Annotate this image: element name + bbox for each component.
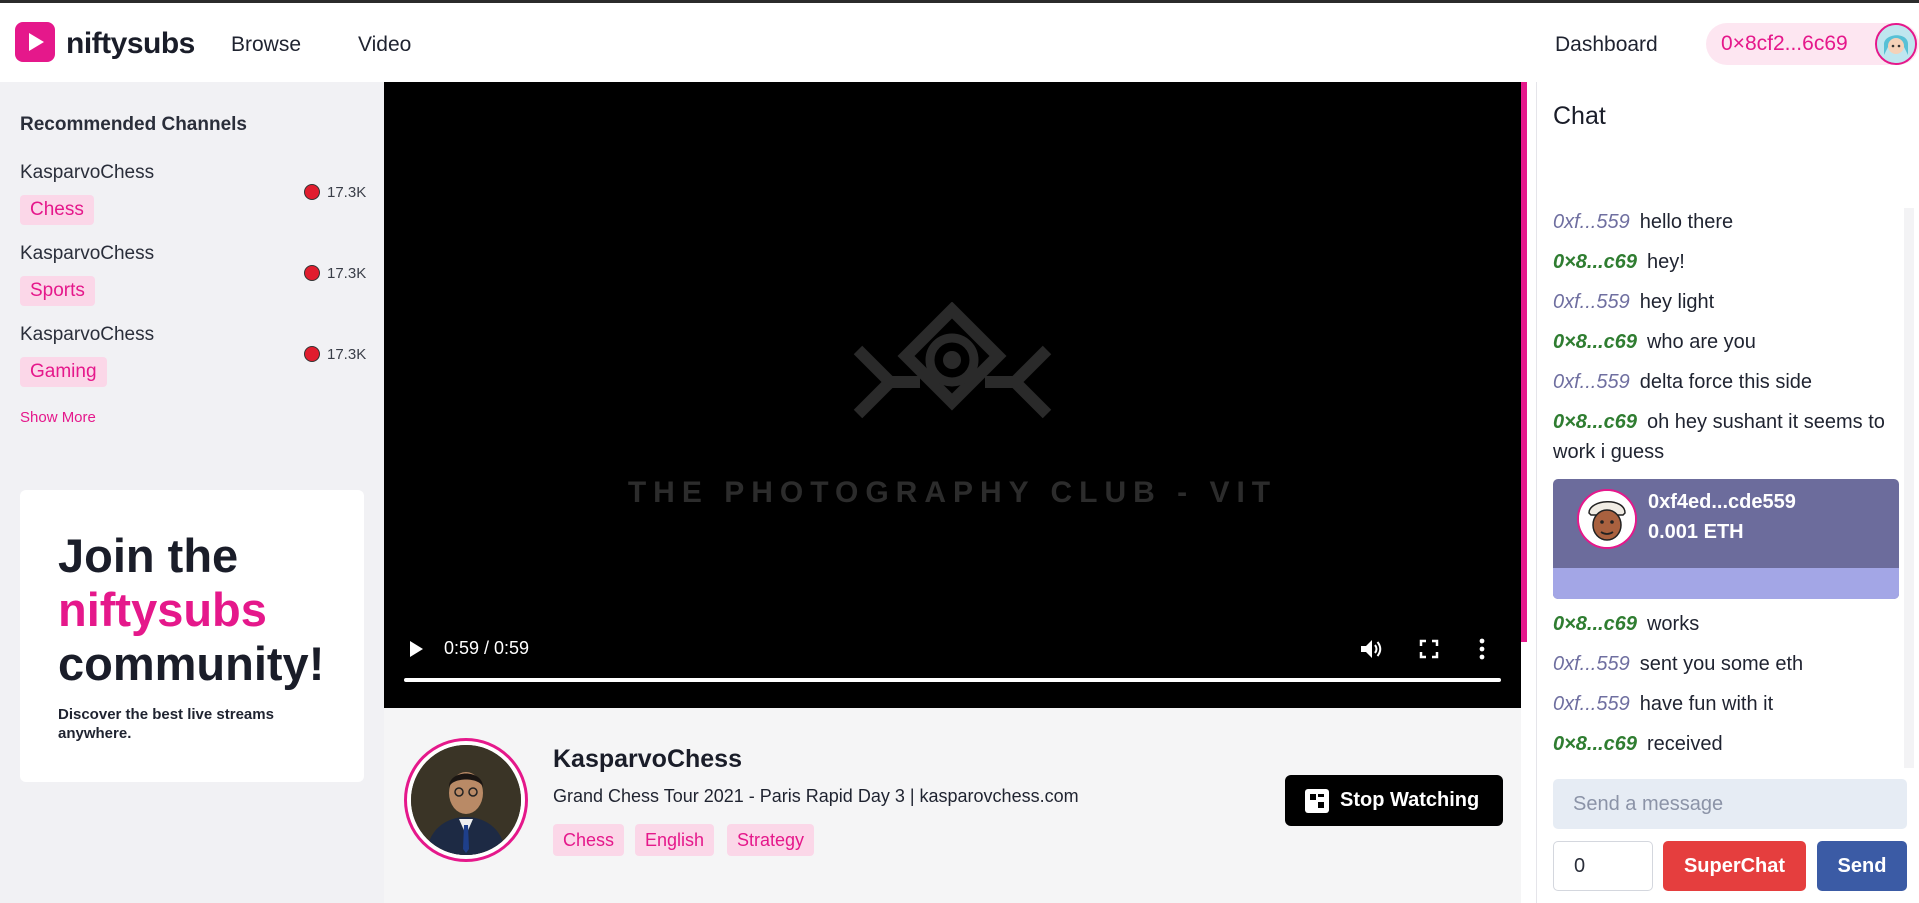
recommended-title: Recommended Channels bbox=[20, 114, 247, 135]
chat-message: 0×8...c69 oh hey sushant it seems to work… bbox=[1553, 407, 1903, 467]
chat-username[interactable]: 0xf...559 bbox=[1553, 653, 1630, 675]
logo-play-icon[interactable] bbox=[15, 22, 55, 62]
chat-message-input[interactable] bbox=[1553, 779, 1907, 829]
chat-username[interactable]: 0xf...559 bbox=[1553, 693, 1630, 715]
channel-tag[interactable]: Chess bbox=[20, 195, 94, 225]
stop-watching-button[interactable]: Stop Watching bbox=[1285, 775, 1503, 826]
chat-username[interactable]: 0xf...559 bbox=[1553, 371, 1630, 393]
play-icon[interactable] bbox=[408, 640, 424, 658]
chat-message: 0xf...559 hey light bbox=[1553, 287, 1903, 317]
chat-message: 0xf...559 sent you some eth bbox=[1553, 649, 1903, 679]
promo-heading-line3: community! bbox=[58, 637, 325, 690]
chat-message: 0xf...559 have fun with it bbox=[1553, 689, 1903, 719]
superchat-user[interactable]: 0xf4ed...cde559 bbox=[1648, 491, 1796, 514]
stream-tag[interactable]: English bbox=[635, 824, 715, 856]
stream-tag[interactable]: Chess bbox=[553, 824, 625, 856]
chat-message: 0xf...559 delta force this side bbox=[1553, 367, 1903, 397]
page-scroll-indicator[interactable] bbox=[1521, 82, 1527, 642]
stream-tag[interactable]: Strategy bbox=[727, 824, 815, 856]
watermark-emblem-icon bbox=[853, 302, 1052, 419]
chat-text: have fun with it bbox=[1639, 693, 1774, 715]
fullscreen-icon[interactable] bbox=[1419, 639, 1439, 659]
chat-username[interactable]: 0xf...559 bbox=[1553, 291, 1630, 313]
stop-watching-icon bbox=[1305, 789, 1329, 813]
channel-name[interactable]: KasparvoChess bbox=[20, 324, 154, 346]
streamer-avatar[interactable] bbox=[404, 738, 528, 862]
video-player[interactable]: THE PHOTOGRAPHY CLUB - VIT 0:59 / 0:59 bbox=[384, 82, 1521, 708]
chat-username[interactable]: 0×8...c69 bbox=[1553, 733, 1637, 755]
user-avatar[interactable] bbox=[1875, 23, 1917, 65]
promo-heading-brand: niftysubs bbox=[58, 583, 267, 636]
chat-username[interactable]: 0×8...c69 bbox=[1553, 331, 1637, 353]
viewer-count: 17.3K bbox=[327, 184, 367, 201]
chat-message: 0×8...c69 hey! bbox=[1553, 247, 1903, 277]
superchat-footer bbox=[1553, 568, 1899, 599]
superchat-amount: 0.001 ETH bbox=[1648, 521, 1744, 543]
superchat-amount-input[interactable] bbox=[1553, 841, 1653, 891]
nav-browse-link[interactable]: Browse bbox=[231, 33, 301, 57]
sidebar: Recommended Channels KasparvoChess Chess… bbox=[0, 82, 384, 903]
video-time: 0:59 / 0:59 bbox=[444, 638, 530, 658]
stop-watching-label: Stop Watching bbox=[1340, 789, 1480, 811]
send-button[interactable]: Send bbox=[1817, 841, 1907, 891]
chat-text: received bbox=[1646, 733, 1723, 755]
chat-text: hello there bbox=[1639, 211, 1734, 233]
viewer-count: 17.3K bbox=[327, 346, 367, 363]
wallet-address[interactable]: 0×8cf2...6c69 bbox=[1721, 32, 1848, 56]
chat-title: Chat bbox=[1553, 102, 1606, 130]
superchat-avatar[interactable] bbox=[1577, 489, 1637, 549]
chat-text: hey light bbox=[1639, 291, 1715, 313]
viewer-count: 17.3K bbox=[327, 265, 367, 282]
channel-name[interactable]: KasparvoChess bbox=[20, 162, 154, 184]
chat-message: 0×8...c69 who are you bbox=[1553, 327, 1903, 357]
chat-username[interactable]: 0×8...c69 bbox=[1553, 613, 1637, 635]
superchat-button[interactable]: SuperChat bbox=[1663, 841, 1806, 891]
superchat-card: 0xf4ed...cde559 0.001 ETH bbox=[1553, 479, 1899, 599]
live-dot-icon bbox=[304, 184, 320, 200]
nav-video-link[interactable]: Video bbox=[358, 33, 411, 57]
chat-text: works bbox=[1646, 613, 1700, 635]
volume-icon[interactable] bbox=[1359, 638, 1383, 660]
live-dot-icon bbox=[304, 346, 320, 362]
channel-name[interactable]: KasparvoChess bbox=[20, 243, 154, 265]
chat-text: sent you some eth bbox=[1639, 653, 1804, 675]
brand-name[interactable]: niftysubs bbox=[66, 27, 195, 61]
promo-heading-line1: Join the bbox=[58, 529, 239, 582]
video-watermark-text: THE PHOTOGRAPHY CLUB - VIT bbox=[627, 476, 1278, 509]
video-progress-bar[interactable] bbox=[404, 678, 1501, 682]
channel-tag[interactable]: Sports bbox=[20, 276, 95, 306]
chat-message: 0×8...c69 works bbox=[1553, 609, 1903, 639]
navbar: niftysubs Browse Video Dashboard 0×8cf2.… bbox=[0, 3, 1919, 82]
chat-text: delta force this side bbox=[1639, 371, 1813, 393]
live-dot-icon bbox=[304, 265, 320, 281]
promo-card: Join the niftysubs community! Discover t… bbox=[20, 490, 364, 782]
chat-panel: Chat 0xf...559 hello there 0×8...c69 hey! … bbox=[1536, 82, 1919, 903]
chat-scrollbar[interactable] bbox=[1904, 208, 1914, 768]
chat-username[interactable]: 0×8...c69 bbox=[1553, 411, 1637, 433]
chat-message: 0×8...c69 received bbox=[1553, 729, 1903, 759]
chat-text: hey! bbox=[1646, 251, 1685, 273]
chat-message: 0xf...559 hello there bbox=[1553, 207, 1903, 237]
chat-username[interactable]: 0xf...559 bbox=[1553, 211, 1630, 233]
show-more-link[interactable]: Show More bbox=[20, 409, 96, 426]
chat-text: who are you bbox=[1646, 331, 1756, 353]
streamer-name[interactable]: KasparvoChess bbox=[553, 745, 742, 774]
promo-subtitle: Discover the best live streams anywhere. bbox=[58, 706, 274, 742]
chat-username[interactable]: 0×8...c69 bbox=[1553, 251, 1637, 273]
channel-tag[interactable]: Gaming bbox=[20, 357, 107, 387]
stream-info-panel: KasparvoChess Grand Chess Tour 2021 - Pa… bbox=[384, 708, 1521, 903]
stream-title: Grand Chess Tour 2021 - Paris Rapid Day … bbox=[553, 786, 1079, 806]
nav-dashboard-link[interactable]: Dashboard bbox=[1555, 33, 1658, 57]
more-options-icon[interactable] bbox=[1478, 638, 1486, 660]
